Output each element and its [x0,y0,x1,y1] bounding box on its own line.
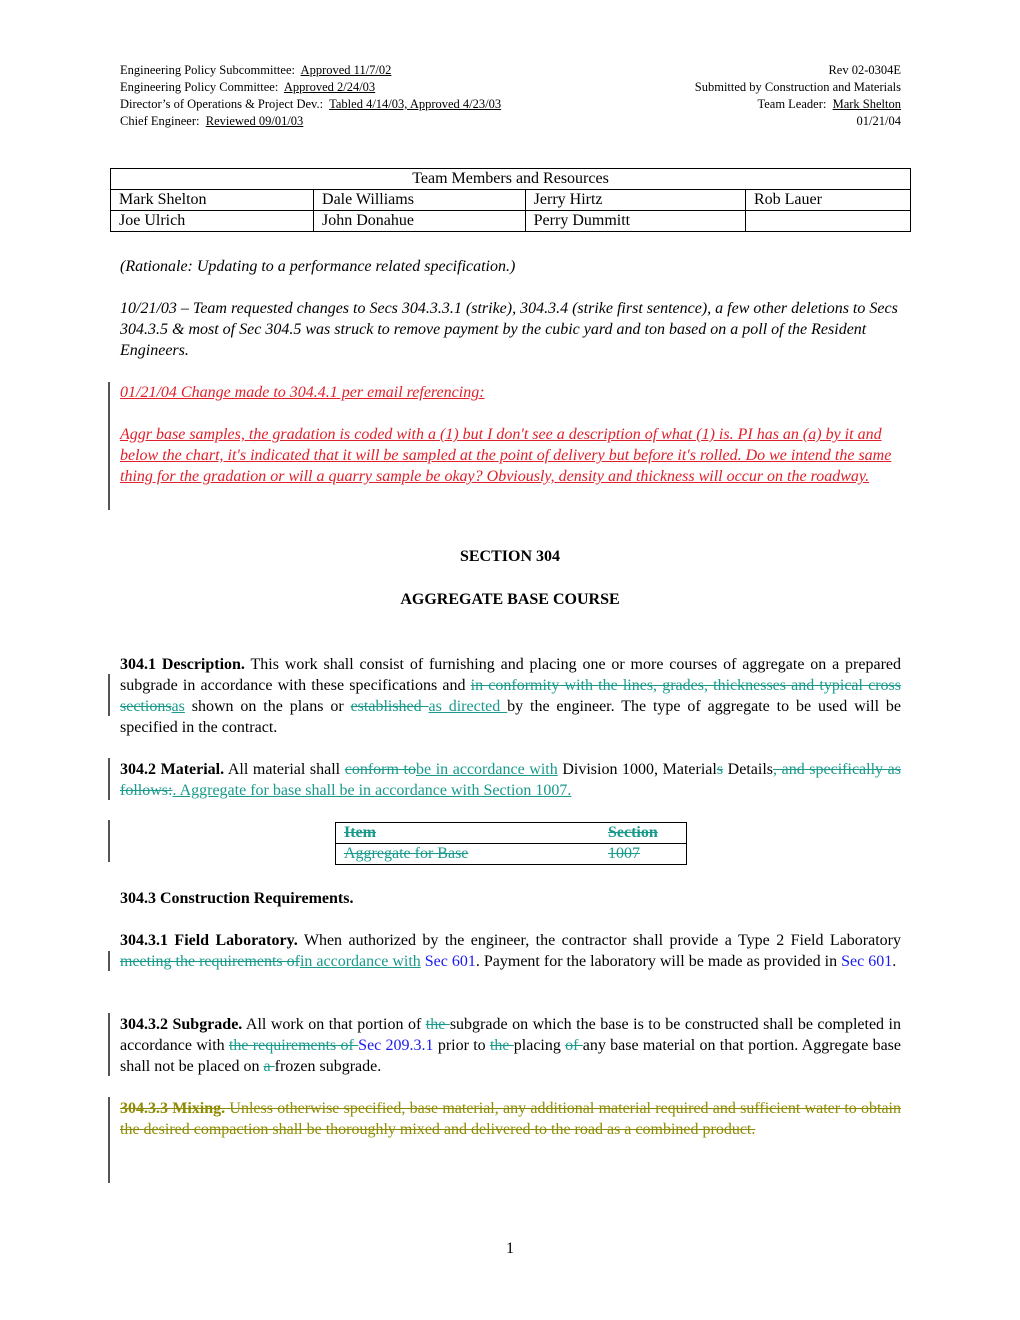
inserted-text: be in accordance with [415,761,558,778]
subsection-heading: 304.3.1 Field Laboratory. [120,932,298,949]
section-title: SECTION 304 [459,548,561,565]
deleted-text: a [263,1058,275,1075]
section-subtitle: AGGREGATE BASE COURSE [400,591,620,608]
deleted-text: the requirements of [228,1037,359,1054]
header-value: Approved 2/24/03 [283,80,376,94]
table-row: Mark Shelton Dale Williams Jerry Hirtz R… [109,189,912,211]
change-heading: 01/21/04 Change made to 304.4.1 per emai… [120,384,485,401]
table-cell: 1007 [600,843,687,865]
deleted-text: the [425,1016,450,1033]
header-row: Director’s of Operations & Project Dev.:… [120,96,901,113]
table-header: Item [335,822,600,844]
subsection-heading: 304.1 Description. [120,656,245,673]
header-row: Chief Engineer: Reviewed 09/01/03 01/21/… [120,113,901,130]
subsection-heading: 304.3.3 Mixing. [120,1100,226,1117]
team-leader-label: Team Leader: [757,97,827,111]
change-bar [108,382,110,510]
section-304-3-2: 304.3.2 Subgrade. All work on that porti… [120,1016,902,1075]
team-members-table: Team Members and Resources Mark Shelton … [109,168,912,232]
table-cell: John Donahue [313,210,526,232]
deleted-text: the [489,1037,514,1054]
deleted-text: meeting the requirements of [120,953,300,970]
section-reference-link[interactable]: Sec 601 [425,953,476,970]
revision-number: Rev 02-0304E [828,63,901,77]
inserted-text: in accordance with [299,953,421,970]
change-bar [108,1013,110,1076]
table-cell: Dale Williams [313,189,526,211]
table-row: Aggregate for Base 1007 [335,843,687,865]
inserted-text: . Aggregate for base shall be in accorda… [172,782,572,799]
document-page: Engineering Policy Subcommittee: Approve… [0,0,1020,1320]
subsection-heading: 304.2 Material. [120,761,225,778]
rationale: (Rationale: Updating to a performance re… [120,258,516,275]
header-row: Engineering Policy Subcommittee: Approve… [120,62,901,79]
document-date: 01/21/04 [856,114,901,128]
header-value: Approved 11/7/02 [300,63,392,77]
table-row: Team Members and Resources [110,168,911,190]
inserted-text: as [171,698,185,715]
section-304-3-3-deleted: 304.3.3 Mixing. Unless otherwise specifi… [120,1100,901,1138]
table-cell: Perry Dummitt [524,210,746,232]
deleted-text: of [565,1037,583,1054]
table-cell: Jerry Hirtz [524,189,746,211]
section-304-3-heading: 304.3 Construction Requirements. [120,890,354,907]
subsection-heading: 304.3.2 Subgrade. [120,1016,243,1033]
table-header: Section [600,822,687,844]
section-304-3-1: 304.3.1 Field Laboratory. When authorize… [120,932,901,970]
section-reference-link[interactable]: Sec 601 [841,953,892,970]
team-change-note: 10/21/03 – Team requested changes to Sec… [120,300,898,359]
table-cell: Joe Ulrich [109,210,315,232]
section-304-2: 304.2 Material. All material shall confo… [120,761,901,799]
table-title: Team Members and Resources [110,168,911,190]
page-number: 1 [506,1240,514,1257]
change-bar [108,1097,110,1183]
change-bar [108,820,110,862]
submitted-by: Submitted by Construction and Materials [694,80,901,94]
header-label: Engineering Policy Committee: [120,80,279,94]
inserted-text: as directed [428,698,508,715]
team-leader-name: Mark Shelton [832,97,901,111]
table-row: Joe Ulrich John Donahue Perry Dummitt [109,210,912,232]
table-cell: Aggregate for Base [335,843,600,865]
approval-header: Engineering Policy Subcommittee: Approve… [120,62,901,130]
change-bar [108,758,110,800]
email-excerpt: Aggr base samples, the gradation is code… [120,426,892,485]
deleted-text: established [350,698,429,715]
deleted-text: conform to [344,761,416,778]
header-label: Director’s of Operations & Project Dev.: [120,97,324,111]
header-value: Tabled 4/14/03, Approved 4/23/03 [329,97,502,111]
change-bar [108,951,110,971]
change-bar [108,674,110,716]
table-cell: Mark Shelton [109,189,315,211]
material-table: Item Section Aggregate for Base 1007 [335,822,687,865]
header-label: Chief Engineer: [120,114,200,128]
table-row: Item Section [335,822,687,844]
section-304-1: 304.1 Description. This work shall consi… [120,656,902,736]
header-label: Engineering Policy Subcommittee: [120,63,295,77]
table-cell: Rob Lauer [744,189,912,211]
table-cell [744,210,912,232]
header-row: Engineering Policy Committee: Approved 2… [120,79,901,96]
header-value: Reviewed 09/01/03 [205,114,304,128]
section-reference-link[interactable]: Sec 209.3.1 [358,1037,433,1054]
